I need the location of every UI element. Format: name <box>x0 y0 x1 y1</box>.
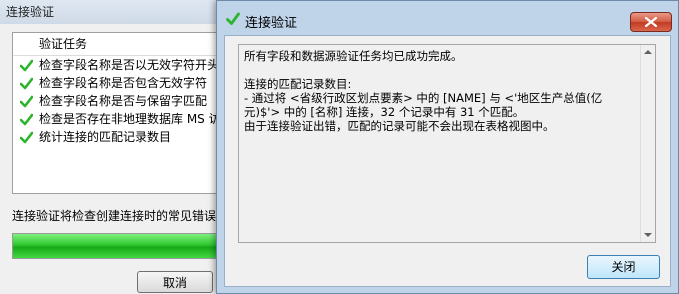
task-item: 检查是否存在非地理数据库 MS 访问 <box>13 110 223 128</box>
task-item-label: 检查字段名称是否包含无效字符 <box>39 76 208 90</box>
task-item-label: 统计连接的匹配记录数目 <box>39 130 172 144</box>
green-check-icon <box>20 77 33 90</box>
task-list-header: 验证任务 <box>13 33 223 56</box>
background-dialog-title: 连接验证 <box>6 5 55 19</box>
task-item-label: 检查字段名称是否以无效字符开头 <box>39 58 220 72</box>
green-check-icon <box>20 95 33 108</box>
validation-dialog-background: 连接验证 验证任务 检查字段名称是否以无效字符开头 检查字段名称是否包含无效字符… <box>0 0 234 294</box>
green-check-icon <box>226 12 240 25</box>
window-close-button[interactable] <box>630 12 672 32</box>
task-item: 检查字段名称是否包含无效字符 <box>13 74 223 92</box>
result-message-box[interactable]: 所有字段和数据源验证任务均已成功完成。 连接的匹配记录数目: - 通过将 <省级… <box>238 44 656 243</box>
result-dialog-title: 连接验证 <box>245 16 298 31</box>
close-dialog-button[interactable]: 关闭 <box>587 255 660 279</box>
task-item: 统计连接的匹配记录数目 <box>13 128 223 146</box>
cancel-button[interactable]: 取消 <box>137 271 213 293</box>
task-item: 检查字段名称是否与保留字匹配 <box>13 92 223 110</box>
background-titlebar[interactable]: 连接验证 <box>0 0 232 24</box>
green-check-icon <box>20 131 33 144</box>
task-list[interactable]: 验证任务 检查字段名称是否以无效字符开头 检查字段名称是否包含无效字符 检查字段… <box>12 32 224 194</box>
task-item-label: 检查是否存在非地理数据库 MS 访问 <box>39 112 224 126</box>
close-x-icon <box>645 17 657 27</box>
message-scrollbar[interactable] <box>640 45 655 242</box>
result-message-text: 所有字段和数据源验证任务均已成功完成。 连接的匹配记录数目: - 通过将 <省级… <box>244 49 603 133</box>
result-dialog-titlebar[interactable]: 连接验证 <box>217 1 678 35</box>
progress-bar-fill <box>13 234 233 258</box>
validation-description: 连接验证将检查创建连接时的常见错误。 <box>12 209 229 223</box>
task-item-label: 检查字段名称是否与保留字匹配 <box>39 94 208 108</box>
scroll-down-arrow-icon[interactable] <box>644 233 652 237</box>
green-check-icon <box>20 59 33 72</box>
green-check-icon <box>20 113 33 126</box>
task-item: 检查字段名称是否以无效字符开头 <box>13 56 223 74</box>
progress-bar <box>12 233 234 259</box>
scroll-up-arrow-icon[interactable] <box>644 50 652 54</box>
validation-result-dialog: 连接验证 所有字段和数据源验证任务均已成功完成。 连接的匹配记录数目: - 通过… <box>216 0 679 294</box>
result-dialog-body: 所有字段和数据源验证任务均已成功完成。 连接的匹配记录数目: - 通过将 <省级… <box>224 35 671 287</box>
